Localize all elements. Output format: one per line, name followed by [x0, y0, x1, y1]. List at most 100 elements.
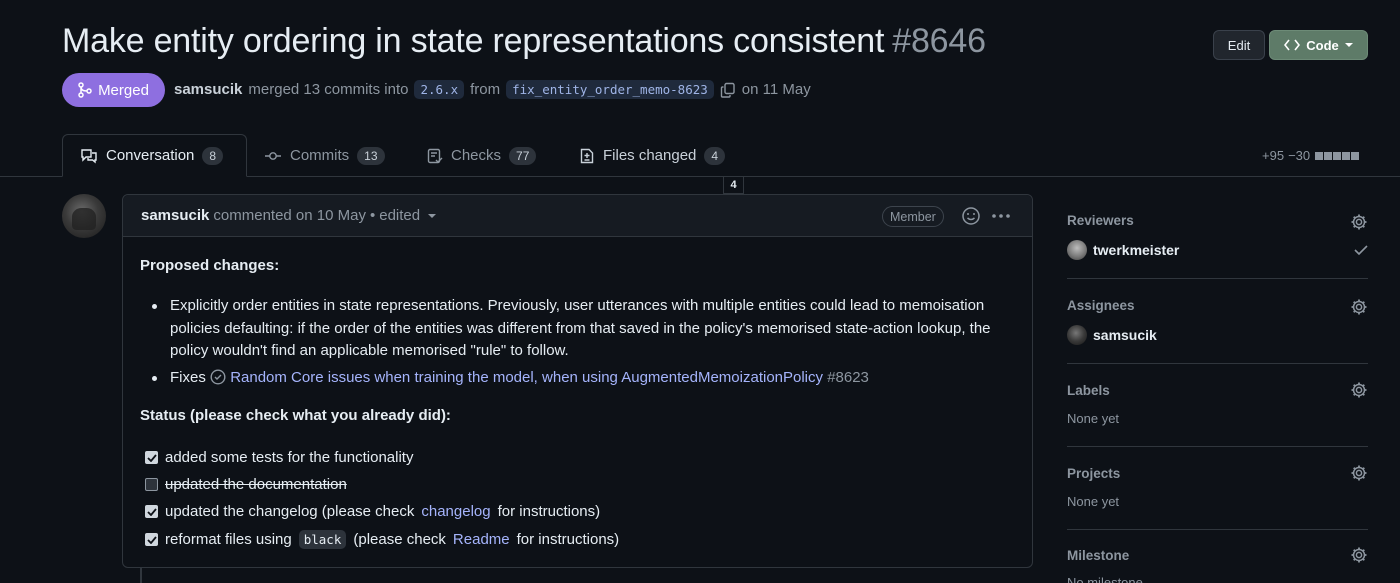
tab-conversation-label: Conversation	[106, 147, 195, 164]
diffstat-deletions: −30	[1288, 148, 1311, 163]
task-item: added some tests for the functionality	[145, 449, 413, 466]
inline-code: black	[298, 530, 347, 549]
proposed-changes-heading: Proposed changes:	[140, 257, 280, 274]
task-item: updated the documentation	[145, 476, 347, 493]
issue-closed-icon	[210, 368, 226, 385]
edit-button[interactable]: Edit	[1213, 30, 1265, 60]
merged-status-badge: Merged	[62, 73, 165, 107]
tab-checks-count: 77	[509, 146, 537, 165]
checklist-icon	[427, 148, 443, 163]
base-branch[interactable]: 2.6.x	[414, 80, 465, 99]
pr-number: #8646	[892, 22, 986, 60]
sidebar-divider	[1067, 278, 1368, 279]
task-text: updated the documentation	[165, 476, 347, 493]
file-diff-icon	[580, 148, 594, 163]
projects-title[interactable]: Projects	[1067, 466, 1120, 481]
merged-label: Merged	[98, 81, 149, 99]
readme-link[interactable]: Readme	[453, 531, 510, 548]
files-tooltip: 4	[723, 177, 744, 194]
gear-icon[interactable]	[1350, 464, 1368, 482]
kebab-horizontal-icon[interactable]	[991, 206, 1011, 226]
copy-icon[interactable]	[720, 82, 736, 98]
gear-icon[interactable]	[1350, 298, 1368, 316]
gear-icon[interactable]	[1350, 546, 1368, 564]
merge-summary: samsucik merged 13 commits into 2.6.x fr…	[174, 80, 811, 99]
assignees-title[interactable]: Assignees	[1067, 298, 1135, 313]
changelog-link[interactable]: changelog	[421, 503, 490, 520]
task-text: updated the changelog (please check	[165, 503, 415, 520]
assignee-avatar	[1067, 325, 1087, 345]
task-text: added some tests for the functionality	[165, 449, 414, 466]
chevron-down-icon	[1344, 43, 1353, 47]
changes-list: Explicitly order entities in state repre…	[150, 295, 1020, 393]
tab-commits[interactable]: Commits 13	[264, 134, 385, 177]
comment-action: commented on 10 May	[213, 207, 366, 224]
merge-text: merged 13 commits into	[248, 81, 409, 98]
tab-files-changed-count: 4	[704, 146, 726, 165]
tab-files-changed[interactable]: Files changed 4	[579, 134, 726, 177]
chevron-down-icon[interactable]	[428, 213, 437, 219]
projects-value: None yet	[1067, 494, 1120, 509]
merge-icon	[78, 82, 92, 98]
sidebar-divider	[1067, 363, 1368, 364]
checkbox-unchecked[interactable]	[145, 478, 158, 491]
merge-author-link[interactable]: samsucik	[174, 81, 242, 98]
list-item: Explicitly order entities in state repre…	[150, 295, 1020, 363]
task-text: reformat files using	[165, 531, 292, 548]
reviewer-avatar	[1067, 240, 1087, 260]
merge-date: on 11 May	[741, 81, 811, 98]
tab-files-changed-label: Files changed	[603, 147, 697, 164]
list-item: Fixes Random Core issues when training t…	[150, 367, 1020, 390]
reviewer-name: twerkmeister	[1093, 242, 1180, 258]
assignee-item[interactable]: samsucik	[1067, 325, 1157, 345]
diffstat-blocks	[1314, 148, 1360, 163]
author-avatar[interactable]	[62, 194, 106, 238]
check-icon	[1354, 245, 1368, 256]
reviewers-title[interactable]: Reviewers	[1067, 213, 1134, 228]
head-branch[interactable]: fix_entity_order_memo-8623	[506, 80, 714, 99]
tab-conversation-count: 8	[202, 146, 224, 165]
gear-icon[interactable]	[1350, 213, 1368, 231]
comment-discussion-icon	[81, 148, 97, 163]
issue-link[interactable]: Random Core issues when training the mod…	[230, 369, 823, 386]
gear-icon[interactable]	[1350, 381, 1368, 399]
pr-title-text: Make entity ordering in state representa…	[62, 22, 885, 60]
status-heading: Status (please check what you already di…	[140, 407, 451, 424]
tab-conversation[interactable]: Conversation 8	[62, 134, 247, 177]
checkbox-checked[interactable]	[145, 505, 158, 518]
diffstat-additions: +95	[1262, 148, 1285, 163]
checkbox-checked[interactable]	[145, 533, 158, 546]
milestone-value: No milestone	[1067, 575, 1143, 583]
task-item: reformat files using black (please check…	[145, 530, 619, 549]
member-badge: Member	[882, 206, 944, 227]
task-item: updated the changelog (please check chan…	[145, 503, 600, 520]
fixes-label: Fixes	[170, 368, 206, 386]
code-button-label: Code	[1306, 37, 1339, 53]
issue-number: #8623	[827, 368, 869, 386]
timeline-line	[140, 568, 142, 583]
sidebar-divider	[1067, 446, 1368, 447]
sidebar-divider	[1067, 529, 1368, 530]
tab-checks[interactable]: Checks 77	[427, 134, 537, 177]
commit-icon	[265, 151, 281, 160]
comment-author-link[interactable]: samsucik	[141, 207, 209, 224]
task-text-after: for instructions)	[497, 503, 601, 520]
edited-dropdown[interactable]: edited	[379, 207, 420, 224]
smiley-icon[interactable]	[961, 206, 981, 226]
code-icon	[1284, 39, 1301, 51]
comment-separator: •	[369, 207, 376, 224]
from-text: from	[470, 81, 501, 98]
reviewer-item[interactable]: twerkmeister	[1067, 240, 1179, 260]
assignee-name: samsucik	[1093, 327, 1157, 343]
checkbox-checked[interactable]	[145, 451, 158, 464]
task-text-after: for instructions)	[516, 531, 620, 548]
tab-checks-label: Checks	[451, 147, 502, 164]
tab-commits-label: Commits	[290, 147, 350, 164]
milestone-title[interactable]: Milestone	[1067, 548, 1129, 563]
labels-title[interactable]: Labels	[1067, 383, 1110, 398]
tab-commits-count: 13	[357, 146, 385, 165]
code-button[interactable]: Code	[1269, 30, 1368, 60]
task-text-mid: (please check	[353, 531, 446, 548]
pr-title: Make entity ordering in state representa…	[62, 22, 986, 61]
labels-value: None yet	[1067, 411, 1120, 426]
